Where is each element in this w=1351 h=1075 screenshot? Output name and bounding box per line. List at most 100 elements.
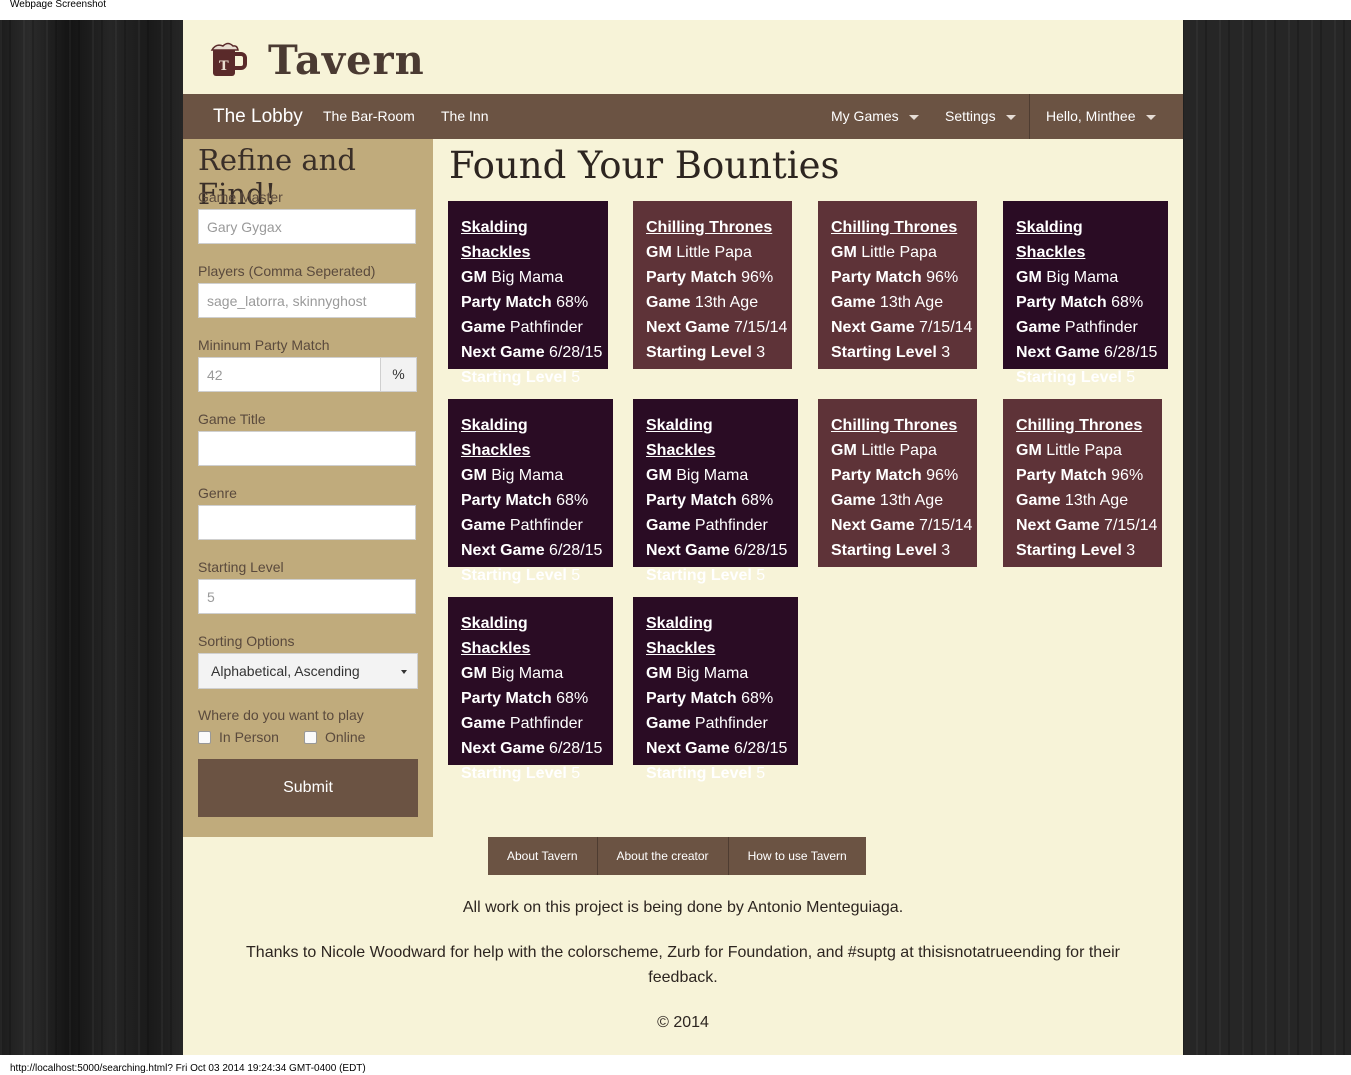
bounty-next-key: Next Game	[1016, 344, 1100, 361]
bounty-title-link[interactable]: Chilling Thrones	[646, 215, 779, 240]
bounty-title-link[interactable]: Skalding Shackles	[461, 215, 595, 265]
bounty-title-link[interactable]: Skalding Shackles	[646, 413, 785, 463]
bounty-match-key: Party Match	[831, 467, 922, 484]
gm-input[interactable]	[198, 209, 416, 244]
bounty-next-key: Next Game	[1016, 517, 1100, 534]
results-title: Found Your Bounties	[449, 144, 840, 187]
bounty-gm-row: GM Little Papa	[1016, 438, 1149, 463]
bounty-game-key: Game	[461, 517, 506, 534]
bounty-gm-value: Big Mama	[491, 665, 564, 682]
bounty-gm-value: Little Papa	[1046, 442, 1122, 459]
bounty-match-key: Party Match	[646, 690, 737, 707]
starting-level-input[interactable]	[198, 579, 416, 614]
bounty-game-value: Pathfinder	[694, 715, 768, 732]
nav-settings-dropdown[interactable]: Settings	[945, 94, 1016, 139]
bounty-game-row: Game Pathfinder	[646, 711, 785, 736]
brand[interactable]: T Tavern	[208, 30, 425, 90]
nav-divider	[1029, 94, 1030, 139]
bounty-game-value: 13th Age	[1064, 492, 1129, 509]
svg-text:T: T	[219, 59, 229, 74]
bounty-card: Chilling Thrones GM Little Papa Party Matc…	[818, 201, 977, 369]
bounty-gm-key: GM	[831, 244, 857, 261]
bounty-gm-row: GM Big Mama	[646, 463, 785, 488]
bounty-match-row: Party Match 96%	[1016, 463, 1149, 488]
percent-postfix: %	[380, 357, 417, 392]
game-title-input[interactable]	[198, 431, 416, 466]
bounty-gm-key: GM	[461, 269, 487, 286]
bounty-match-row: Party Match 68%	[1016, 290, 1155, 315]
bounty-game-value: Pathfinder	[509, 517, 583, 534]
genre-input[interactable]	[198, 505, 416, 540]
bounty-next-value: 6/28/15	[549, 344, 603, 361]
bounty-card: Chilling Thrones GM Little Papa Party Matc…	[818, 399, 977, 567]
bounty-game-key: Game	[461, 715, 506, 732]
bounty-match-key: Party Match	[646, 269, 737, 286]
bounty-gm-key: GM	[1016, 442, 1042, 459]
party-match-input[interactable]	[198, 357, 381, 392]
bounty-title-link[interactable]: Chilling Thrones	[1016, 413, 1149, 438]
bounty-match-row: Party Match 68%	[646, 488, 785, 513]
select-arrow-icon	[401, 670, 407, 674]
online-checkbox[interactable]	[303, 730, 317, 744]
players-input[interactable]	[198, 283, 416, 318]
footer-link-about-tavern[interactable]: About Tavern	[488, 837, 598, 875]
bounty-level-value: 5	[756, 567, 766, 584]
bounty-game-value: Pathfinder	[694, 517, 768, 534]
bounty-game-row: Game Pathfinder	[646, 513, 785, 538]
footer-link-how-to-use[interactable]: How to use Tavern	[728, 837, 866, 875]
nav-bar-room[interactable]: The Bar-Room	[323, 94, 415, 139]
bounty-title-link[interactable]: Skalding Shackles	[461, 611, 600, 661]
sorting-label: Sorting Options	[198, 633, 295, 649]
beer-mug-icon: T	[210, 42, 247, 76]
bounty-level-row: Starting Level 5	[646, 563, 785, 588]
bounty-level-key: Starting Level	[461, 765, 567, 782]
bounty-next-value: 6/28/15	[1104, 344, 1158, 361]
bounty-gm-key: GM	[461, 467, 487, 484]
bounty-title-link[interactable]: Chilling Thrones	[831, 413, 964, 438]
bounty-next-row: Next Game 6/28/15	[646, 736, 787, 761]
chevron-down-icon	[908, 114, 919, 120]
play-location-options: In Person Online	[198, 729, 365, 745]
bounty-next-row: Next Game 6/28/15	[461, 538, 602, 563]
bounty-next-row: Next Game 7/15/14	[646, 315, 787, 340]
bounty-match-value: 68%	[556, 690, 589, 707]
in-person-checkbox[interactable]	[198, 730, 211, 744]
footer-link-about-creator[interactable]: About the creator	[597, 837, 729, 875]
bounty-match-value: 68%	[556, 492, 589, 509]
top-nav-bar: The Lobby The Bar-Room The Inn My Games …	[183, 94, 1183, 139]
bounty-gm-value: Little Papa	[861, 442, 937, 459]
nav-user-dropdown[interactable]: Hello, Minthee	[1046, 94, 1156, 139]
nav-lobby[interactable]: The Lobby	[213, 94, 303, 139]
sorting-select[interactable]: Alphabetical, Ascending	[198, 653, 418, 689]
bounty-title-link[interactable]: Skalding Shackles	[646, 611, 785, 661]
bounty-match-key: Party Match	[1016, 467, 1107, 484]
nav-my-games-dropdown[interactable]: My Games	[831, 94, 919, 139]
bounty-gm-value: Big Mama	[1046, 269, 1119, 286]
bounty-title-link[interactable]: Skalding Shackles	[461, 413, 600, 463]
nav-my-games-label: My Games	[831, 108, 899, 124]
bounty-level-row: Starting Level 5	[461, 365, 595, 390]
gm-label: Game Master	[198, 189, 283, 205]
bounty-level-value: 3	[941, 344, 951, 361]
bounty-level-key: Starting Level	[646, 765, 752, 782]
bounty-gm-key: GM	[461, 665, 487, 682]
party-match-label: Mininum Party Match	[198, 337, 330, 353]
starting-level-label: Starting Level	[198, 559, 284, 575]
bounty-title-link[interactable]: Skalding Shackles	[1016, 215, 1155, 265]
bounty-match-value: 68%	[556, 294, 589, 311]
bounty-game-row: Game Pathfinder	[461, 711, 600, 736]
where-label: Where do you want to play	[198, 707, 364, 723]
bounty-card: Skalding Shackles GM Big Mama Party Match …	[448, 399, 613, 584]
nav-inn[interactable]: The Inn	[441, 94, 488, 139]
bounty-level-value: 5	[571, 765, 581, 782]
bounty-level-key: Starting Level	[461, 369, 567, 386]
bounty-level-key: Starting Level	[646, 344, 752, 361]
submit-button[interactable]: Submit	[198, 759, 418, 817]
bounty-match-value: 68%	[741, 690, 774, 707]
brand-name: Tavern	[268, 36, 425, 84]
bounty-title-link[interactable]: Chilling Thrones	[831, 215, 964, 240]
bounty-match-key: Party Match	[461, 690, 552, 707]
bounty-game-row: Game Pathfinder	[461, 513, 600, 538]
bounty-game-key: Game	[646, 715, 691, 732]
bounty-game-value: Pathfinder	[509, 715, 583, 732]
